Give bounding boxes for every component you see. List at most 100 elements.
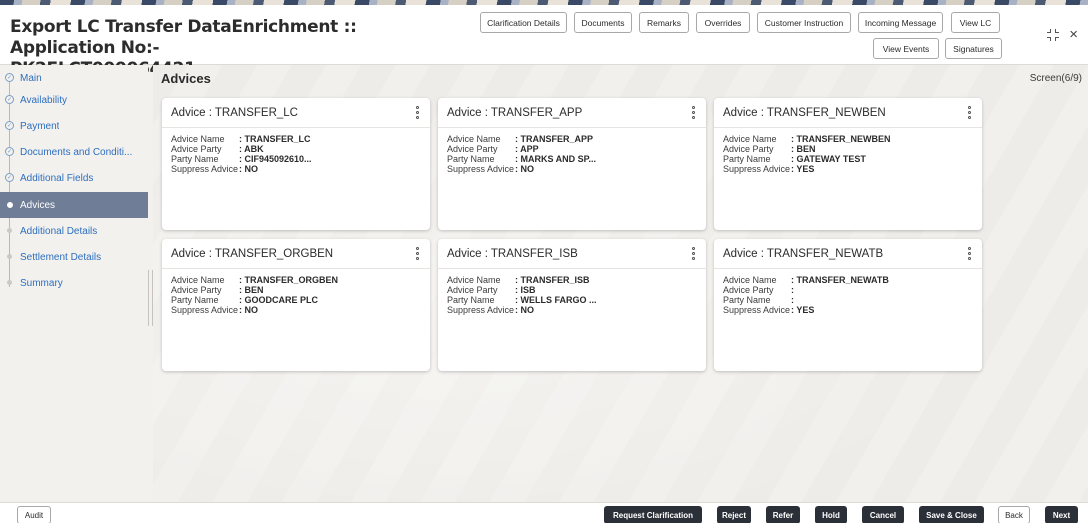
documents-button[interactable]: Documents (574, 12, 632, 33)
sidebar-nav: ✓ Main ✓ Availability ✓ Payment ✓ Docume… (0, 65, 148, 502)
check-icon: ✓ (5, 121, 14, 130)
party-name-value: : WELLS FARGO ... (515, 295, 597, 305)
party-name-label: Party Name (171, 154, 219, 164)
advice-card-header: Advice : TRANSFER_LC (162, 98, 430, 128)
refer-button[interactable]: Refer (766, 506, 800, 523)
incoming-message-button[interactable]: Incoming Message (858, 12, 943, 33)
more-options-icon[interactable] (967, 106, 972, 119)
page-title-line1: Export LC Transfer DataEnrichment :: App… (10, 17, 357, 58)
advice-card: Advice : TRANSFER_NEWBEN Advice Name: TR… (714, 98, 982, 230)
advice-card-title: Advice : TRANSFER_NEWATB (723, 247, 884, 260)
suppress-advice-label: Suppress Advice (171, 164, 239, 174)
advice-party-label: Advice Party (723, 285, 774, 295)
window-controls: × (1047, 27, 1078, 42)
suppress-advice-value: : NO (239, 305, 258, 315)
advice-card-title: Advice : TRANSFER_APP (447, 106, 583, 119)
suppress-advice-value: : NO (239, 164, 258, 174)
pending-step-icon (7, 280, 12, 285)
suppress-advice-label: Suppress Advice (171, 305, 239, 315)
sidebar-item-summary[interactable]: Summary (0, 270, 148, 296)
party-name-label: Party Name (723, 154, 771, 164)
advice-card-header: Advice : TRANSFER_ISB (438, 239, 706, 269)
reject-button[interactable]: Reject (717, 506, 751, 523)
current-step-icon (7, 202, 13, 208)
sidebar-item-label: Additional Details (20, 225, 98, 237)
more-options-icon[interactable] (415, 247, 420, 260)
sidebar-item-additional-fields[interactable]: ✓ Additional Fields (0, 165, 148, 191)
advice-name-value: : TRANSFER_LC (239, 134, 311, 144)
cancel-button[interactable]: Cancel (862, 506, 904, 523)
hold-button[interactable]: Hold (815, 506, 847, 523)
advice-party-value: : APP (515, 144, 539, 154)
suppress-advice-value: : NO (515, 305, 534, 315)
sidebar-item-advices[interactable]: Advices (0, 192, 148, 218)
advice-name-label: Advice Name (723, 134, 777, 144)
sidebar-item-label: Main (20, 72, 42, 84)
sidebar-item-documents-and-conditions[interactable]: ✓ Documents and Conditi... (0, 139, 148, 165)
clarification-details-button[interactable]: Clarification Details (480, 12, 567, 33)
sidebar-item-additional-details[interactable]: Additional Details (0, 218, 148, 244)
suppress-advice-label: Suppress Advice (447, 305, 515, 315)
suppress-advice-label: Suppress Advice (447, 164, 515, 174)
more-options-icon[interactable] (691, 106, 696, 119)
advice-card-title: Advice : TRANSFER_ORGBEN (171, 247, 334, 260)
more-options-icon[interactable] (967, 247, 972, 260)
pending-step-icon (7, 228, 12, 233)
advice-name-label: Advice Name (723, 275, 777, 285)
more-options-icon[interactable] (415, 106, 420, 119)
screen-counter: Screen(6/9) (1029, 73, 1082, 84)
check-icon: ✓ (5, 95, 14, 104)
advice-card: Advice : TRANSFER_LC Advice Name: TRANSF… (162, 98, 430, 230)
advice-party-value: : BEN (791, 144, 816, 154)
main-content: Advices Screen(6/9) Advice : TRANSFER_LC… (153, 65, 1088, 502)
sidebar-item-settlement-details[interactable]: Settlement Details (0, 244, 148, 270)
party-name-label: Party Name (171, 295, 219, 305)
header-bar: Export LC Transfer DataEnrichment :: App… (0, 5, 1088, 79)
more-options-icon[interactable] (691, 247, 696, 260)
advice-name-value: : TRANSFER_APP (515, 134, 594, 144)
view-lc-button[interactable]: View LC (951, 12, 1000, 33)
advice-card: Advice : TRANSFER_APP Advice Name : TRANS… (438, 98, 706, 230)
advice-card-title: Advice : TRANSFER_NEWBEN (723, 106, 886, 119)
sidebar-item-payment[interactable]: ✓ Payment (0, 113, 148, 139)
signatures-button[interactable]: Signatures (945, 38, 1002, 59)
close-icon[interactable]: × (1069, 27, 1078, 42)
expand-icon[interactable] (1047, 29, 1060, 41)
advice-card-title: Advice : TRANSFER_ISB (447, 247, 578, 260)
check-icon: ✓ (5, 147, 14, 156)
advice-card-header: Advice : TRANSFER_NEWATB (714, 239, 982, 269)
advice-party-value: : ABK (239, 144, 264, 154)
sidebar-item-label: Additional Fields (20, 172, 94, 184)
sidebar-item-label: Documents and Conditi... (20, 146, 133, 158)
advice-card-title: Advice : TRANSFER_LC (171, 106, 298, 119)
audit-button[interactable]: Audit (17, 506, 51, 523)
back-button[interactable]: Back (998, 506, 1030, 523)
advice-name-value: : TRANSFER_ORGBEN (239, 275, 339, 285)
advice-party-label: Advice Party (171, 144, 222, 154)
sidebar-item-label: Advices (20, 199, 56, 211)
advice-name-label: Advice Name (447, 134, 501, 144)
suppress-advice-label: Suppress Advice (723, 305, 791, 315)
advice-name-label: Advice Name (447, 275, 501, 285)
view-events-button[interactable]: View Events (873, 38, 939, 59)
save-and-close-button[interactable]: Save & Close (919, 506, 984, 523)
advice-party-value: : BEN (239, 285, 264, 295)
sidebar-item-availability[interactable]: ✓ Availability (0, 87, 148, 113)
advice-card-header: Advice : TRANSFER_NEWBEN (714, 98, 982, 128)
section-title: Advices (161, 71, 211, 86)
advice-party-label: Advice Party (447, 144, 498, 154)
pending-step-icon (7, 254, 12, 259)
advice-party-value: : (791, 285, 794, 295)
party-name-label: Party Name (447, 295, 495, 305)
customer-instruction-button[interactable]: Customer Instruction (757, 12, 851, 33)
suppress-advice-value: : NO (515, 164, 534, 174)
advice-party-label: Advice Party (171, 285, 222, 295)
remarks-button[interactable]: Remarks (639, 12, 689, 33)
request-clarification-button[interactable]: Request Clarification (604, 506, 702, 523)
advice-name-label: Advice Name (171, 275, 225, 285)
next-button[interactable]: Next (1045, 506, 1078, 523)
party-name-value: : MARKS AND SP... (515, 154, 597, 164)
overrides-button[interactable]: Overrides (696, 12, 750, 33)
footer-bar: Audit Request Clarification Reject Refer… (0, 502, 1088, 523)
party-name-value: : CIF945092610... (239, 154, 312, 164)
